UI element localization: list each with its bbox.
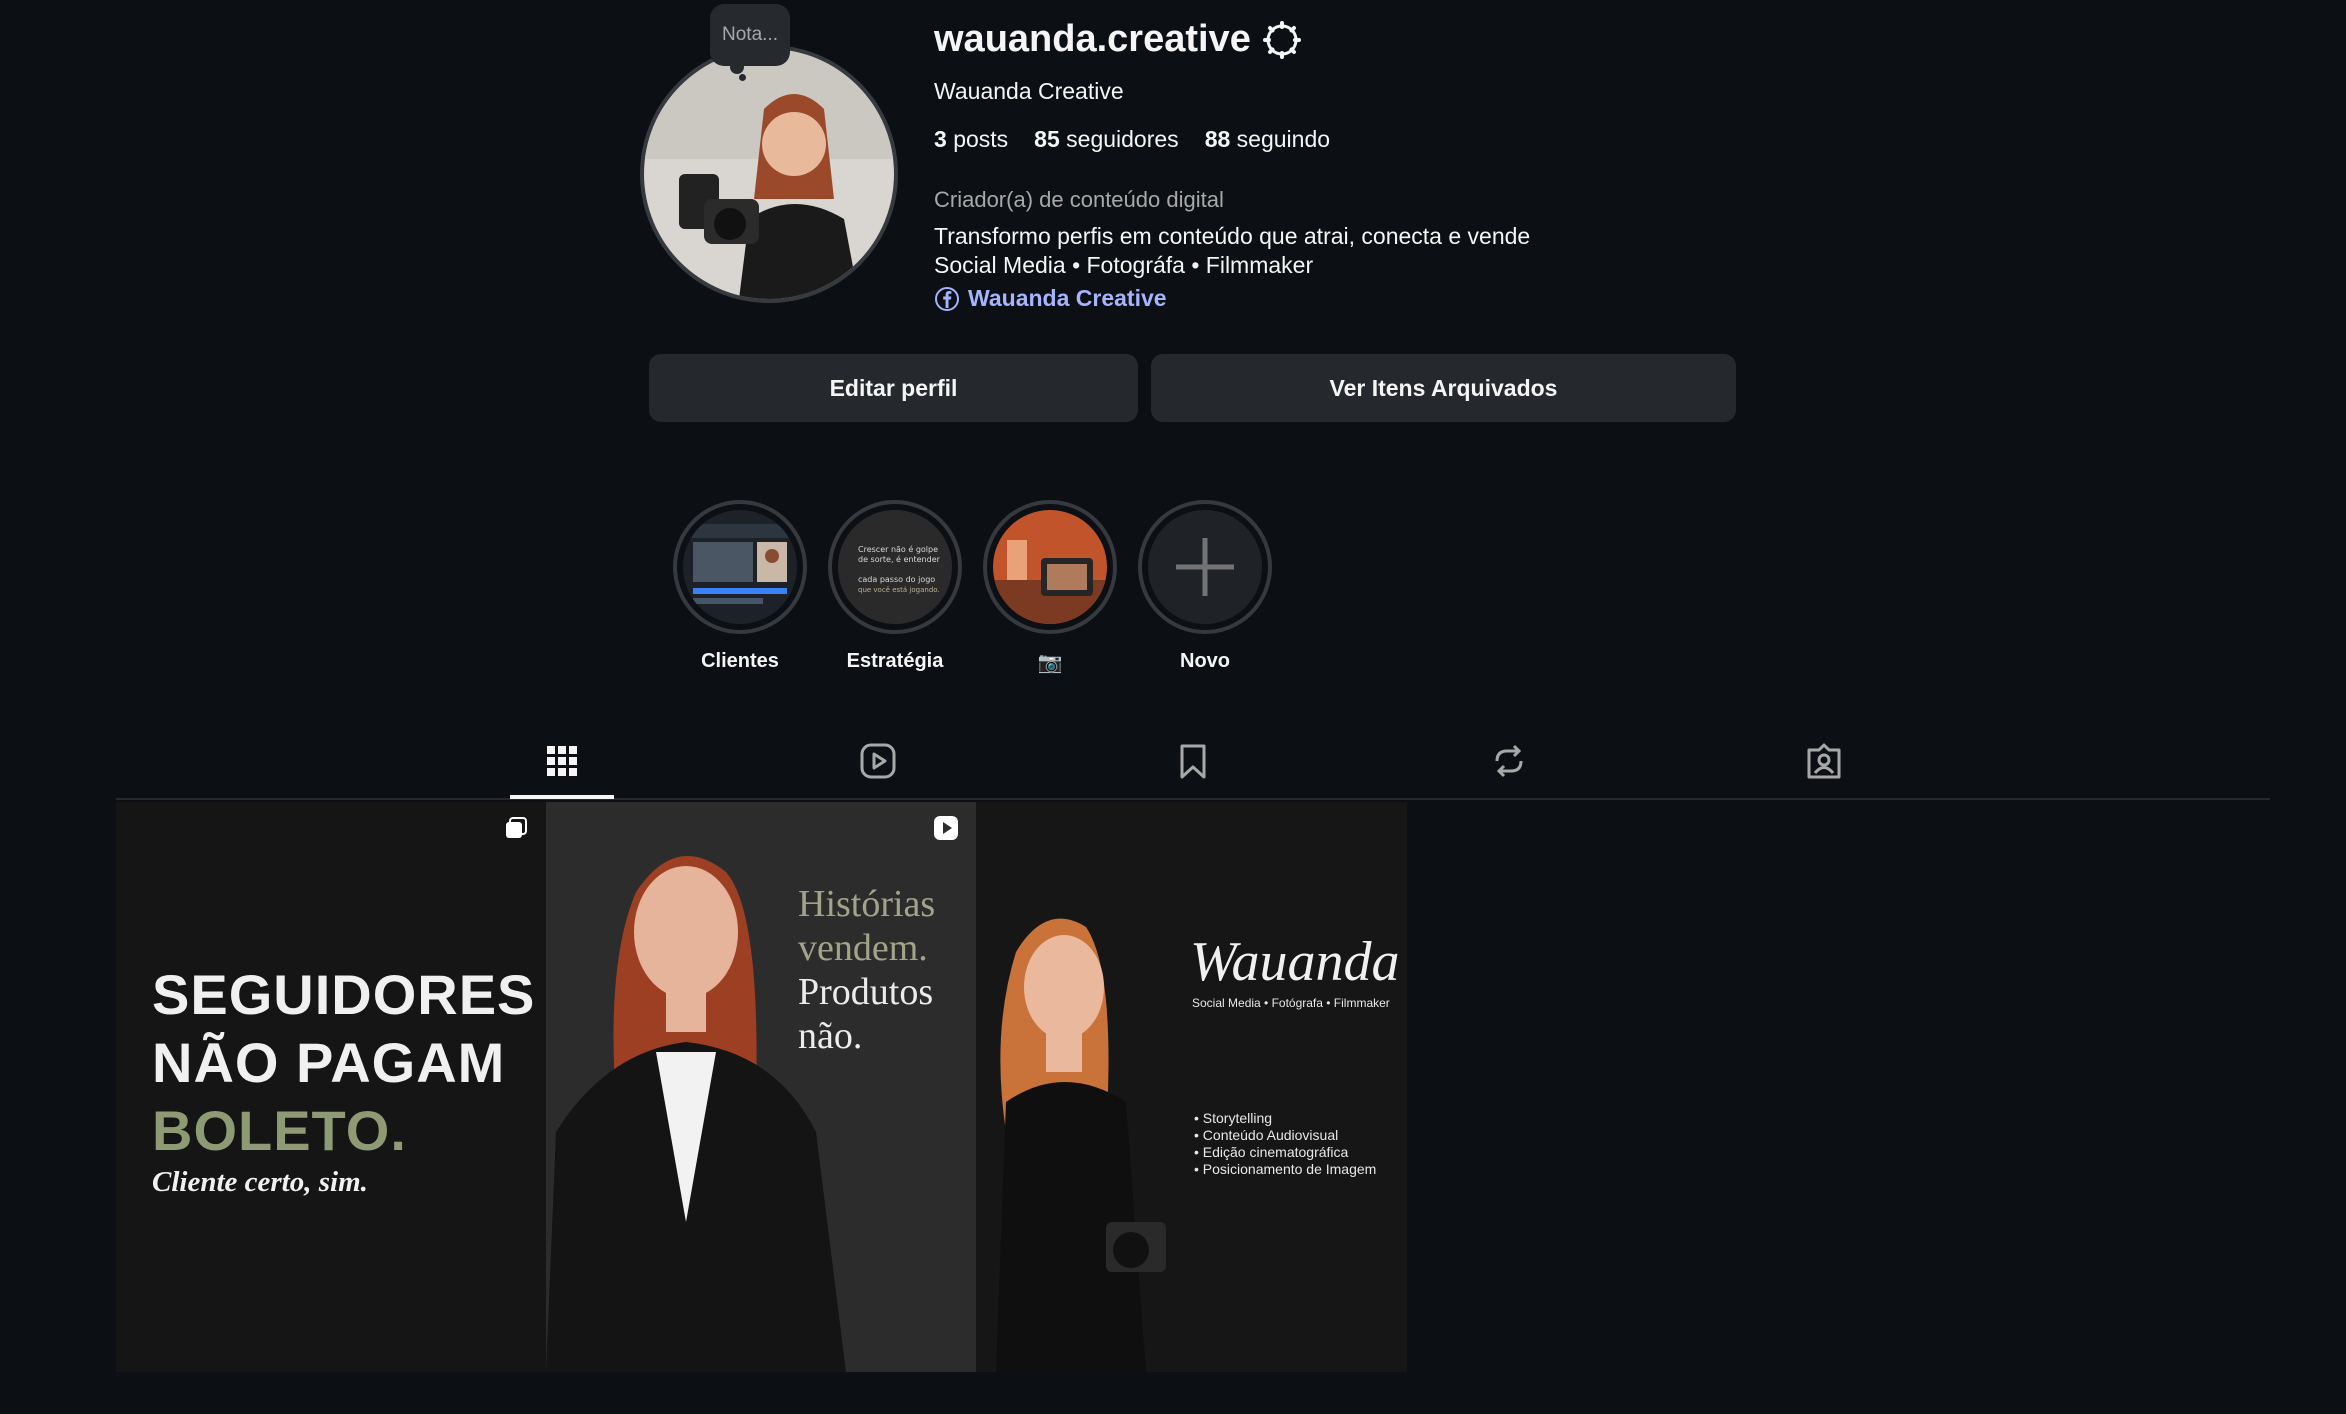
bookmark-icon [1180, 744, 1206, 779]
portrait-photo [996, 918, 1166, 1372]
highlight-label: 📷 [1037, 652, 1063, 674]
carousel-icon [506, 817, 527, 838]
facebook-link-label: Wauanda Creative [968, 285, 1167, 311]
post-text: Histórias [798, 883, 936, 925]
facebook-link[interactable]: Wauanda Creative [934, 285, 1167, 312]
plus-icon [1148, 510, 1262, 624]
highlight-label: Clientes [701, 650, 779, 672]
note-bubble-tail [730, 60, 744, 74]
tab-reels[interactable] [857, 740, 899, 782]
repost-icon [1495, 744, 1523, 778]
reels-icon [860, 743, 896, 779]
reel-icon [934, 816, 958, 840]
svg-text:Crescer não é golpe: Crescer não é golpe [858, 544, 938, 554]
following-stat[interactable]: 88 seguindo [1205, 126, 1330, 153]
note-bubble-tail-small [739, 74, 746, 81]
posts-count-stat: 3 posts [934, 126, 1009, 152]
svg-text:que você está jogando.: que você está jogando. [858, 586, 940, 594]
post-text: NÃO PAGAM [152, 1031, 506, 1094]
post-text: não. [798, 1015, 863, 1057]
post-tile-2[interactable]: Histórias vendem. Produtos não. [546, 802, 976, 1372]
highlight-clientes[interactable]: Clientes [673, 500, 807, 673]
post-tile-3[interactable]: Wauanda Social Media • Fotógrafa • Filmm… [976, 802, 1407, 1372]
profile-avatar[interactable] [640, 45, 898, 303]
tagged-icon [1807, 743, 1841, 779]
post-text: Produtos [798, 971, 934, 1013]
post-text: vendem. [798, 927, 928, 969]
highlight-camera[interactable]: 📷 [983, 500, 1117, 675]
settings-gear-icon[interactable] [1262, 20, 1302, 60]
post-text: Cliente certo, sim. [152, 1166, 368, 1198]
post-text: BOLETO. [152, 1099, 407, 1162]
highlight-label: Estratégia [846, 650, 944, 672]
text-thumbnail: Crescer não é golpe de sorte, é entender… [838, 510, 952, 624]
post-title: Wauanda [1190, 931, 1400, 993]
svg-text:cada passo do jogo: cada passo do jogo [858, 575, 935, 584]
profile-category: Criador(a) de conteúdo digital [934, 187, 1224, 212]
svg-text:de sorte, é entender: de sorte, é entender [858, 554, 941, 564]
video-editor-thumbnail [683, 510, 797, 624]
avatar-photo [644, 49, 894, 299]
post-tile-1[interactable]: SEGUIDORES NÃO PAGAM BOLETO. Cliente cer… [116, 802, 546, 1372]
tab-saved[interactable] [1172, 740, 1214, 782]
highlight-label: Novo [1180, 650, 1230, 672]
edit-profile-button[interactable]: Editar perfil [649, 354, 1138, 422]
tabs-divider [116, 798, 2270, 800]
note-bubble[interactable]: Nota... [710, 4, 790, 66]
post-list: • Storytelling • Conteúdo Audiovisual • … [1194, 1110, 1377, 1177]
grid-icon [547, 746, 577, 776]
profile-bio-line-1: Transformo perfis em conteúdo que atrai,… [934, 223, 1531, 249]
followers-stat[interactable]: 85 seguidores [1034, 126, 1179, 153]
camera-thumbnail [993, 510, 1107, 624]
profile-bio-line-2: Social Media • Fotográfa • Filmmaker [934, 252, 1314, 278]
active-tab-indicator [510, 795, 614, 799]
profile-username: wauanda.creative [934, 18, 1251, 60]
profile-full-name: Wauanda Creative [934, 78, 1124, 104]
tab-tagged[interactable] [1803, 740, 1845, 782]
tab-reposts[interactable] [1488, 740, 1530, 782]
highlight-new[interactable]: Novo [1138, 500, 1272, 673]
post-text: SEGUIDORES [152, 963, 536, 1026]
profile-stats: 3 posts 85 seguidores 88 seguindo [934, 126, 1330, 153]
post-subtitle: Social Media • Fotógrafa • Filmmaker [1192, 996, 1390, 1010]
tab-posts-grid[interactable] [541, 740, 583, 782]
note-text: Nota... [722, 24, 778, 45]
facebook-icon [935, 286, 959, 311]
highlight-estrategia[interactable]: Crescer não é golpe de sorte, é entender… [828, 500, 962, 673]
view-archive-button[interactable]: Ver Itens Arquivados [1151, 354, 1736, 422]
